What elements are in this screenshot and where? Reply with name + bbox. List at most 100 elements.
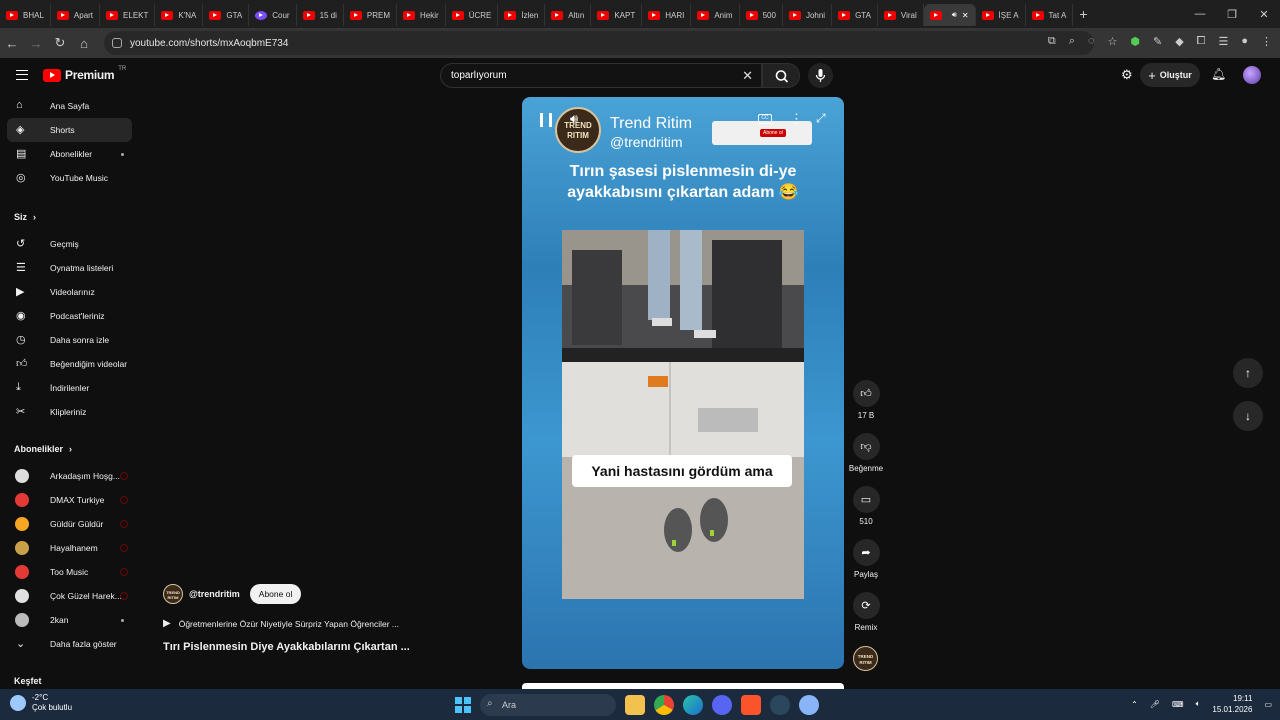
channel-handle-link[interactable]: @trendritim [189, 589, 240, 599]
brave-icon[interactable] [741, 695, 761, 715]
fullscreen-icon[interactable]: ⤢ [816, 111, 826, 126]
youtube-premium-logo[interactable]: Premium TR [43, 66, 126, 82]
start-windows-icon[interactable] [455, 697, 471, 713]
cast-icon[interactable]: ⧉ [1048, 35, 1056, 48]
more-options-icon[interactable]: ⋮ [790, 111, 803, 127]
discord-icon[interactable] [712, 695, 732, 715]
browser-tab[interactable]: GTA [832, 4, 878, 26]
share-icon[interactable]: ➦ [852, 539, 880, 566]
subscription-channel[interactable]: DMAX Turkiye [7, 488, 132, 512]
sidebar-item-liked[interactable]: 👍︎ Beğendiğim videolar [7, 352, 132, 376]
browser-tab[interactable]: HARI [642, 4, 692, 26]
create-button[interactable]: + Oluştur [1140, 63, 1200, 87]
menu-dots-icon[interactable]: ⋮ [1261, 35, 1272, 48]
tray-chevron-icon[interactable]: ⌃ [1131, 700, 1138, 709]
notifications-bell-icon[interactable]: 🔔︎ [1211, 67, 1226, 81]
subscription-channel[interactable]: Güldür Güldür [7, 512, 132, 536]
bookmark-star-icon[interactable]: ☆ [1107, 35, 1117, 48]
site-info-icon[interactable] [112, 38, 122, 48]
previous-short-button[interactable]: ↑ [1233, 358, 1263, 388]
tab-active[interactable]: 🔊︎ ✕ [923, 4, 976, 26]
browser-tab[interactable]: Hekir [397, 4, 446, 26]
browser-tab[interactable]: ELEKT [100, 4, 156, 26]
sidebar-item-history[interactable]: ↺ Geçmiş [7, 232, 132, 256]
subscription-channel[interactable]: Arkadaşım Hoşg... [7, 464, 132, 488]
profile-icon[interactable]: ● [1241, 35, 1248, 48]
subscription-channel[interactable]: 2kan [7, 608, 132, 632]
browser-tab[interactable]: Tat A [1026, 4, 1074, 26]
channel-avatar-button[interactable]: TREND RITIM [853, 646, 878, 671]
new-tab-icon[interactable]: + [1079, 6, 1087, 22]
maximize-icon[interactable]: ❐ [1216, 0, 1248, 28]
sidebar-item-subscriptions[interactable]: ▤ Abonelikler [7, 142, 132, 166]
sidebar-item-music[interactable]: ◎ YouTube Music [7, 166, 132, 190]
comment-icon[interactable]: ▭ [852, 486, 880, 513]
sidebar-item-shorts[interactable]: ◈ Shorts [7, 118, 132, 142]
clear-search-icon[interactable]: ✕ [742, 64, 753, 87]
browser-tab[interactable]: GTA [203, 4, 250, 26]
browser-tab[interactable]: PREM [344, 4, 398, 26]
menu-hamburger-icon[interactable] [16, 70, 28, 80]
browser-tab[interactable]: ÜCRE [446, 4, 499, 26]
subscription-channel[interactable]: Hayalhanem [7, 536, 132, 560]
sidebar-item-watch-later[interactable]: ◷ Daha sonra izle [7, 328, 132, 352]
tab-audio-icon[interactable]: 🔊︎ [952, 10, 957, 20]
play-icon[interactable]: ▶ [163, 618, 171, 629]
url-field[interactable]: youtube.com/shorts/mxAoqbmE734 [104, 31, 1094, 55]
sidebar-item-download[interactable]: ⤓ İndirilenler [7, 376, 132, 400]
sidebar-item-playlists[interactable]: ☰ Oynatma listeleri [7, 256, 132, 280]
subscription-channel[interactable]: Çok Güzel Harek... [7, 584, 132, 608]
clock[interactable]: 19:11 15.01.2026 [1212, 693, 1252, 715]
captions-icon[interactable]: CC [758, 114, 772, 124]
notification-center-icon[interactable]: ▭ [1264, 700, 1272, 709]
sidebar-item-clips[interactable]: ✂ Klipleriniz [7, 400, 132, 424]
browser-tab[interactable]: Cour [249, 4, 297, 26]
back-icon[interactable]: ← [0, 36, 24, 51]
browser-tab[interactable]: Anim [691, 4, 740, 26]
browser-tab[interactable]: Johni [783, 4, 833, 26]
browser-tab[interactable]: KAPT [591, 4, 643, 26]
dislike-icon[interactable]: 👎︎ [852, 433, 880, 460]
diamond-icon[interactable]: ◆ [1175, 35, 1183, 48]
premium-gear-icon[interactable]: ⚙ [1121, 67, 1133, 83]
file-explorer-icon[interactable] [625, 695, 645, 715]
like-icon[interactable]: 👍︎ [852, 380, 880, 407]
browser-tab[interactable]: BHAL [0, 4, 51, 26]
close-window-icon[interactable]: ✕ [1248, 0, 1280, 28]
reading-list-icon[interactable]: ☰ [1218, 35, 1228, 48]
browser-tab[interactable]: İŞE A [976, 4, 1026, 26]
weather-widget[interactable]: -2°C Çok bulutlu [10, 693, 72, 713]
browser-tab[interactable]: Viral [878, 4, 924, 26]
settings-app-icon[interactable] [799, 695, 819, 715]
pause-icon[interactable] [540, 113, 552, 127]
network-icon[interactable]: ⌨ [1172, 700, 1184, 709]
show-more-button[interactable]: ⌄ Daha fazla göster [7, 632, 132, 656]
edge-icon[interactable] [683, 695, 703, 715]
extensions-puzzle-icon[interactable]: ⧠ [1197, 35, 1206, 48]
sidebar-item-your-videos[interactable]: ▶ Videolarınız [7, 280, 132, 304]
extension-shield-icon[interactable]: ⬢ [1130, 35, 1140, 48]
mic-tray-icon[interactable]: 🎤︎ [1150, 700, 1160, 709]
section-you[interactable]: Siz › [0, 202, 140, 232]
next-short-button[interactable]: ↓ [1233, 401, 1263, 431]
search-button[interactable] [762, 63, 800, 88]
search-input[interactable]: toparlıyorum ✕ [440, 63, 762, 88]
browser-tab[interactable]: 15 di [297, 4, 344, 26]
minimize-icon[interactable]: — [1184, 0, 1216, 28]
browser-tab[interactable]: Altın [545, 4, 592, 26]
reload-icon[interactable]: ↻ [48, 35, 72, 51]
steam-icon[interactable] [770, 695, 790, 715]
zoom-icon[interactable]: ⌕ [1069, 35, 1075, 48]
voice-search-button[interactable] [808, 63, 833, 88]
chrome-icon[interactable] [654, 695, 674, 715]
sidebar-item-podcast[interactable]: ◉ Podcast'leriniz [7, 304, 132, 328]
avatar[interactable] [1243, 66, 1261, 84]
browser-tab[interactable]: İzlen [498, 4, 546, 26]
browser-tab[interactable]: 500 [740, 4, 783, 26]
sidebar-item-home[interactable]: ⌂ Ana Sayfa [7, 94, 132, 118]
pen-icon[interactable]: ✎ [1153, 35, 1162, 48]
forward-icon[interactable]: → [24, 36, 48, 51]
subscribe-button[interactable]: Abone ol [249, 584, 302, 604]
channel-mini-avatar[interactable]: TREND RITIM [163, 584, 183, 604]
related-video-link[interactable]: Öğretmenlerine Özür Niyetiyle Sürpriz Ya… [179, 619, 399, 629]
